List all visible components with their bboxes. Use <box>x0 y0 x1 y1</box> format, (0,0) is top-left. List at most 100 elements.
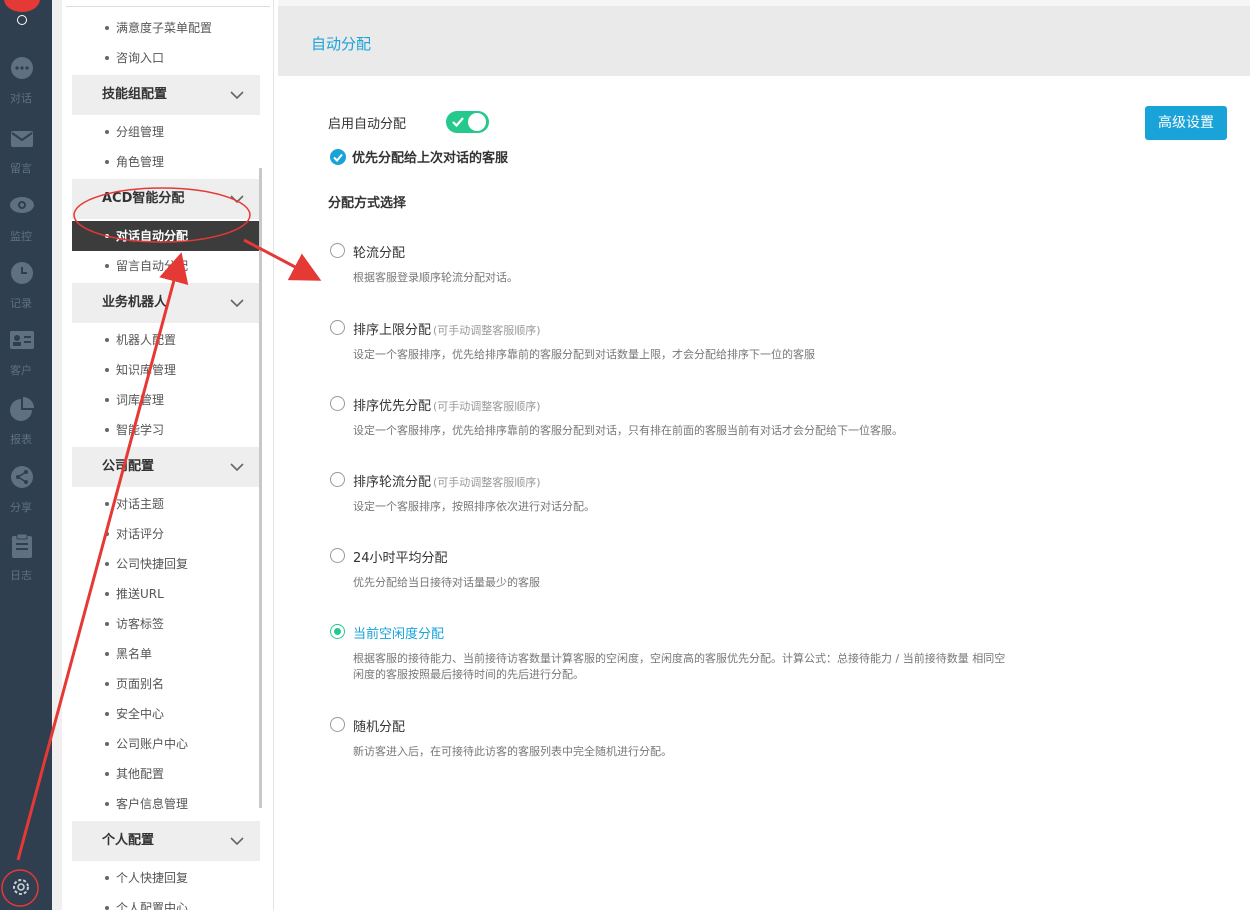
page-header: 自动分配 <box>278 6 1250 76</box>
menu-group-header[interactable]: 业务机器人 <box>72 283 260 323</box>
avatar[interactable] <box>4 0 40 12</box>
menu-item[interactable]: 留言自动分配 <box>72 251 260 281</box>
menu-item[interactable]: 角色管理 <box>72 147 260 177</box>
menu-group-header[interactable]: 个人配置 <box>72 821 260 861</box>
menu-item[interactable]: 满意度子菜单配置 <box>72 13 260 43</box>
rail-item-messages[interactable]: 留言 <box>0 126 52 186</box>
settings-button[interactable] <box>3 868 39 908</box>
assign-option-title: 排序优先分配 <box>353 399 432 414</box>
menu-item-active[interactable]: 对话自动分配 <box>72 221 260 251</box>
chevron-down-icon <box>230 463 244 472</box>
assign-option-description: 设定一个客服排序，优先给排序靠前的客服分配到对话，只有排在前面的客服当前有对话才… <box>353 424 903 437</box>
assign-option-name: 随机分配 <box>353 716 405 735</box>
menu-item[interactable]: 公司快捷回复 <box>72 549 260 579</box>
menu-group-header[interactable]: 技能组配置 <box>72 75 260 115</box>
assign-option-description: 优先分配给当日接待对话量最少的客服 <box>353 576 540 589</box>
radio-button[interactable] <box>330 320 345 335</box>
rail-item-reports[interactable]: 报表 <box>0 397 52 457</box>
radio-button[interactable] <box>330 717 345 732</box>
assign-option-title: 24小时平均分配 <box>353 551 448 566</box>
menu-item[interactable]: 公司账户中心 <box>72 729 260 759</box>
menu-item[interactable]: 黑名单 <box>72 639 260 669</box>
assign-option-title: 当前空闲度分配 <box>353 627 445 642</box>
nav-rail: 对话 留言 监控 记录 客户 报表 分享 日志 <box>0 0 52 910</box>
menu-group-header[interactable]: 公司配置 <box>72 447 260 487</box>
rail-item-logs[interactable]: 日志 <box>0 533 52 593</box>
assign-option-title: 排序上限分配 <box>353 323 432 338</box>
rail-item-chat[interactable]: 对话 <box>0 56 52 116</box>
menu-item[interactable]: 分组管理 <box>72 117 260 147</box>
chevron-down-icon <box>230 299 244 308</box>
advanced-settings-button[interactable]: 高级设置 <box>1145 106 1227 140</box>
menu-item[interactable]: 咨询入口 <box>72 43 260 73</box>
share-icon <box>11 466 33 488</box>
section-title: 分配方式选择 <box>328 196 407 211</box>
pie-chart-icon <box>10 397 34 421</box>
menu-item[interactable]: 智能学习 <box>72 415 260 445</box>
assign-option-title: 随机分配 <box>353 720 406 735</box>
assign-option-hint: (可手动调整客服顺序) <box>433 476 541 489</box>
menu-scrollbar[interactable] <box>259 168 262 808</box>
rail-item-share[interactable]: 分享 <box>0 465 52 525</box>
menu-group-label: 技能组配置 <box>102 87 168 102</box>
settings-menu: 满意度子菜单配置 咨询入口技能组配置分组管理 角色管理 ACD智能分配对话自动分配 留言… <box>62 0 274 910</box>
assign-option-description: 设定一个客服排序，按照排序依次进行对话分配。 <box>353 500 595 513</box>
menu-item[interactable]: 机器人配置 <box>72 325 260 355</box>
assign-option-name: 轮流分配 <box>353 242 405 261</box>
rail-label: 留言 <box>10 162 32 175</box>
chevron-down-icon <box>230 837 244 846</box>
assign-option-description: 设定一个客服排序，优先给排序靠前的客服分配到对话数量上限，才会分配给排序下一位的… <box>353 348 815 361</box>
menu-divider <box>66 6 270 7</box>
menu-gutter <box>52 0 62 910</box>
rail-label: 对话 <box>10 92 32 105</box>
menu-group-label: ACD智能分配 <box>102 191 185 206</box>
assign-option-hint: (可手动调整客服顺序) <box>433 400 541 413</box>
menu-item[interactable]: 客户信息管理 <box>72 789 260 819</box>
assign-option-name: 当前空闲度分配 <box>353 623 444 642</box>
prefer-last-agent-checkbox[interactable]: 优先分配给上次对话的客服 <box>330 147 508 166</box>
menu-item[interactable]: 对话主题 <box>72 489 260 519</box>
chat-icon <box>11 57 33 79</box>
radio-button[interactable] <box>330 396 345 411</box>
auto-assign-panel: 启用自动分配 高级设置 优先分配给上次对话的客服 分配方式选择 轮流分配根据客服… <box>278 76 1250 910</box>
id-card-icon <box>10 331 34 349</box>
rail-label: 监控 <box>10 230 32 243</box>
assign-option-name: 排序上限分配 (可手动调整客服顺序) <box>353 319 541 338</box>
menu-item[interactable]: 页面别名 <box>72 669 260 699</box>
assign-option-name: 排序优先分配 (可手动调整客服顺序) <box>353 395 541 414</box>
menu-item[interactable]: 词库管理 <box>72 385 260 415</box>
radio-button[interactable] <box>330 548 345 563</box>
radio-selected[interactable] <box>330 624 345 639</box>
enable-auto-assign-label: 启用自动分配 <box>328 117 407 132</box>
assign-option-description: 新访客进入后，在可接待此访客的客服列表中完全随机进行分配。 <box>353 745 672 758</box>
rail-item-monitor[interactable]: 监控 <box>0 194 52 254</box>
assign-option-name: 排序轮流分配 (可手动调整客服顺序) <box>353 471 541 490</box>
menu-item[interactable]: 个人快捷回复 <box>72 863 260 893</box>
menu-item[interactable]: 安全中心 <box>72 699 260 729</box>
menu-group-label: 个人配置 <box>102 833 155 848</box>
assign-option-title: 排序轮流分配 <box>353 475 432 490</box>
menu-item[interactable]: 其他配置 <box>72 759 260 789</box>
menu-item[interactable]: 对话评分 <box>72 519 260 549</box>
menu-item[interactable]: 知识库管理 <box>72 355 260 385</box>
rail-label: 日志 <box>10 569 32 582</box>
assign-option-description: 根据客服登录顺序轮流分配对话。 <box>353 271 518 284</box>
eye-icon <box>10 197 34 213</box>
prefer-last-agent-label: 优先分配给上次对话的客服 <box>352 151 509 166</box>
rail-item-records[interactable]: 记录 <box>0 261 52 321</box>
menu-item[interactable]: 推送URL <box>72 579 260 609</box>
menu-item[interactable]: 访客标签 <box>72 609 260 639</box>
check-icon <box>452 117 464 128</box>
clipboard-icon <box>12 533 32 558</box>
rail-label: 分享 <box>10 501 32 514</box>
radio-button[interactable] <box>330 243 345 258</box>
enable-auto-assign-toggle[interactable] <box>446 111 489 133</box>
radio-button[interactable] <box>330 472 345 487</box>
mail-icon <box>11 131 33 147</box>
rail-label: 报表 <box>10 433 32 446</box>
menu-item[interactable]: 个人配置中心 <box>72 893 260 910</box>
toggle-knob <box>468 113 486 131</box>
assign-option-name: 24小时平均分配 <box>353 547 448 566</box>
menu-group-header[interactable]: ACD智能分配 <box>72 179 260 219</box>
rail-item-customers[interactable]: 客户 <box>0 328 52 388</box>
